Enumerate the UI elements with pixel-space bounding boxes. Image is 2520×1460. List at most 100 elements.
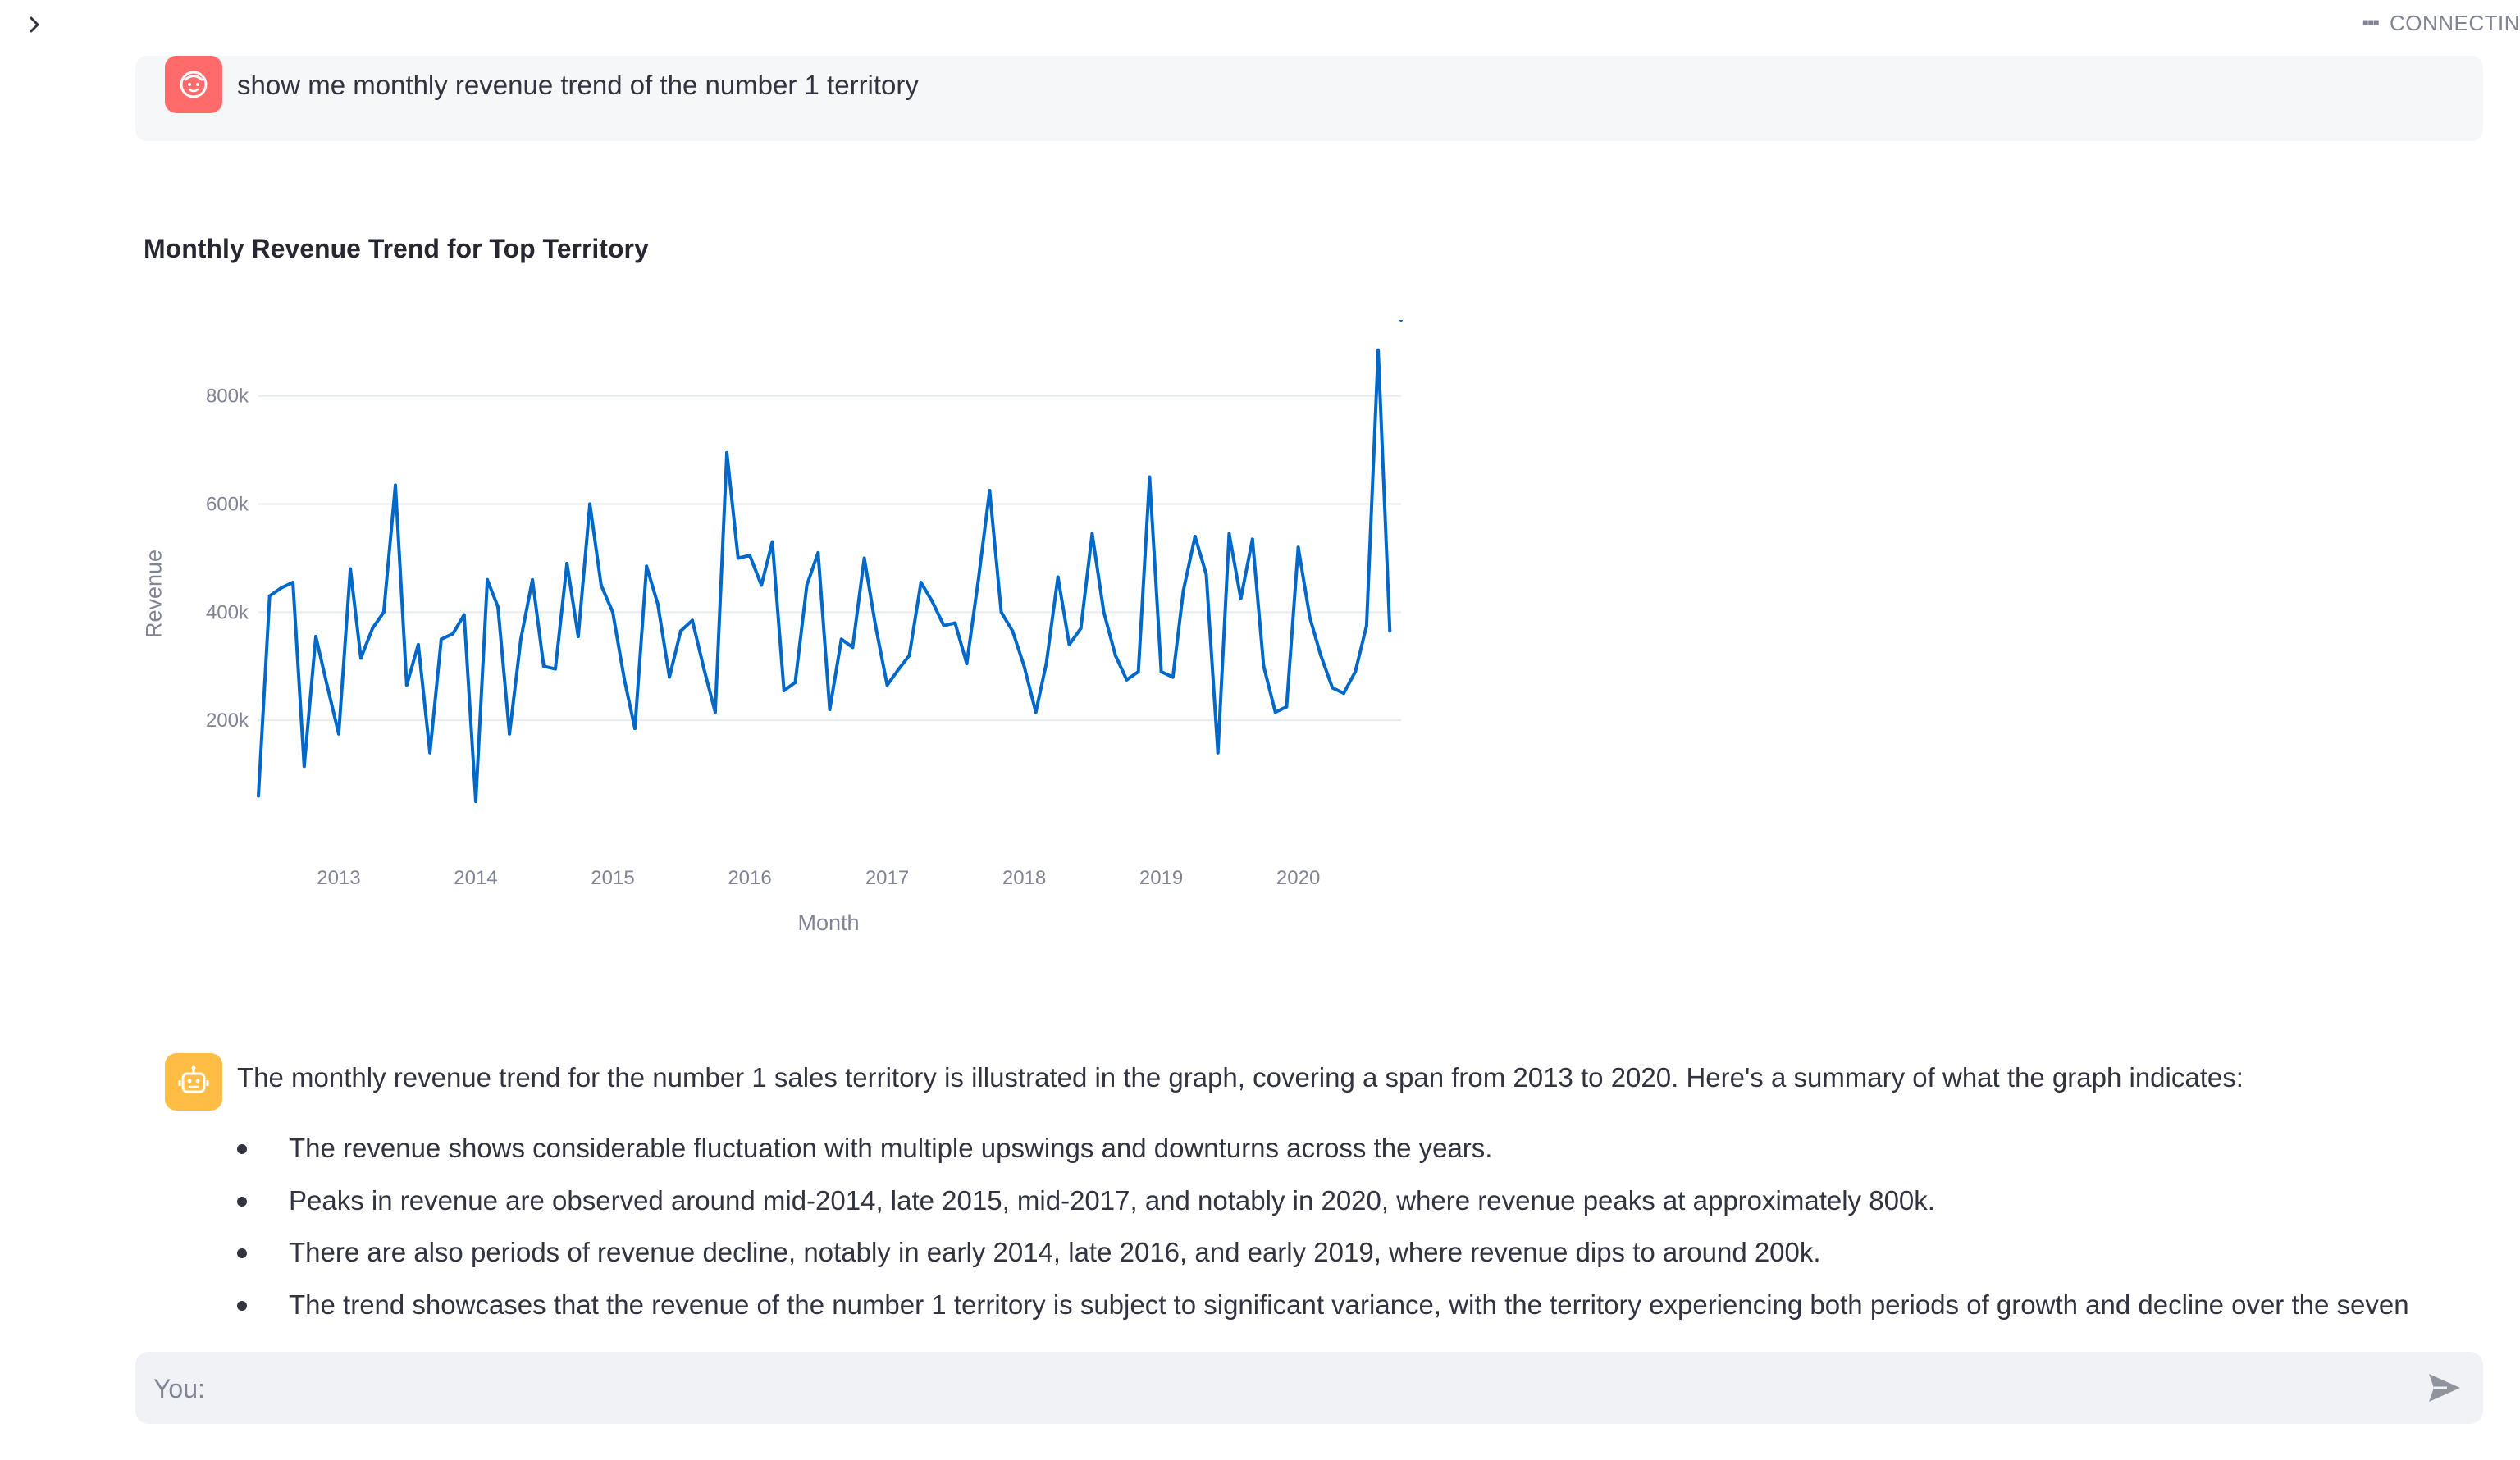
- data-point: [279, 586, 283, 590]
- data-point: [748, 554, 752, 558]
- data-point: [862, 556, 866, 560]
- list-item: The revenue shows considerable fluctuati…: [237, 1130, 2409, 1166]
- list-item-text: The trend showcases that the revenue of …: [289, 1289, 2409, 1320]
- data-point: [770, 540, 774, 544]
- data-point: [1090, 532, 1094, 536]
- data-point: [1364, 623, 1368, 627]
- data-point: [291, 581, 295, 585]
- data-point: [1148, 475, 1152, 479]
- data-point: [1273, 710, 1277, 714]
- chart-gridlines: [258, 395, 1401, 722]
- data-point: [416, 642, 420, 646]
- x-axis-ticks: 2013 2014 2015 2016 2017 2018 2019 2020: [317, 867, 1320, 889]
- data-point: [1319, 654, 1323, 658]
- data-point: [576, 635, 580, 639]
- connection-status-text: CONNECTIN: [2389, 10, 2520, 35]
- data-point: [325, 683, 329, 687]
- data-point: [404, 683, 409, 687]
- data-point: [1388, 629, 1392, 633]
- data-point: [1171, 675, 1175, 679]
- data-point: [1067, 642, 1071, 646]
- list-item-text: The revenue shows considerable fluctuati…: [289, 1133, 1493, 1163]
- data-point: [713, 710, 717, 714]
- data-point: [828, 708, 832, 711]
- data-point: [793, 681, 797, 685]
- face-icon: [180, 71, 208, 98]
- x-tick-label: 2018: [1002, 867, 1046, 889]
- data-point: [1239, 596, 1243, 600]
- y-tick-label: 200k: [206, 709, 249, 732]
- data-point: [1354, 669, 1358, 673]
- data-point: [965, 661, 969, 665]
- data-point: [702, 667, 706, 671]
- user-avatar: [165, 56, 222, 113]
- bullet-icon: [237, 1196, 247, 1207]
- data-point: [1227, 532, 1231, 536]
- robot-icon: [178, 1065, 209, 1093]
- data-point: [1056, 575, 1060, 579]
- data-point: [930, 600, 934, 604]
- revenue-line-chart: 200k400k600k800k 2013 2014 2015 2016 2017 201…: [206, 320, 1403, 889]
- data-point: [736, 556, 740, 560]
- chevron-right-icon: [30, 16, 39, 33]
- data-point: [599, 583, 603, 587]
- data-point: [1285, 705, 1289, 709]
- data-point: [907, 654, 911, 658]
- data-point: [1102, 610, 1106, 614]
- data-point: [1193, 535, 1197, 539]
- data-point: [1079, 627, 1083, 631]
- data-point: [760, 583, 764, 587]
- list-item: The trend showcases that the revenue of …: [237, 1287, 2409, 1323]
- x-axis-label: Month: [797, 910, 860, 935]
- data-point: [623, 678, 627, 682]
- data-point: [782, 688, 786, 692]
- data-point: [1216, 751, 1220, 755]
- data-point: [518, 637, 523, 641]
- data-point: [541, 664, 546, 668]
- data-point: [314, 635, 318, 639]
- data-point: [565, 562, 569, 566]
- data-point: [1136, 669, 1140, 673]
- connection-status: ▪▪▪ CONNECTIN: [2362, 5, 2520, 41]
- bullet-icon: [237, 1248, 247, 1258]
- x-tick-label: 2016: [728, 867, 771, 889]
- data-point: [988, 489, 992, 493]
- data-point: [508, 732, 512, 736]
- data-point: [1376, 348, 1381, 352]
- data-point: [1113, 654, 1117, 658]
- data-point: [1044, 661, 1048, 665]
- y-tick-label: 600k: [206, 494, 249, 516]
- sidebar-toggle-button[interactable]: [18, 8, 51, 41]
- data-point: [495, 605, 500, 609]
- user-message-text: show me monthly revenue trend of the num…: [237, 70, 919, 100]
- data-point: [953, 621, 957, 625]
- data-point: [1204, 573, 1208, 577]
- y-tick-label: 400k: [206, 601, 249, 623]
- data-point: [839, 637, 843, 641]
- x-tick-label: 2015: [591, 867, 634, 889]
- data-point: [1262, 664, 1266, 668]
- user-message: show me monthly revenue trend of the num…: [135, 56, 2483, 141]
- data-point: [678, 629, 682, 633]
- data-point: [1159, 669, 1163, 673]
- x-tick-label: 2017: [865, 867, 909, 889]
- list-item-text: Peaks in revenue are observed around mid…: [289, 1184, 1935, 1216]
- data-point: [394, 483, 398, 487]
- data-point: [267, 594, 272, 598]
- data-point: [588, 502, 592, 506]
- data-point: [381, 610, 386, 614]
- x-tick-label: 2020: [1276, 867, 1320, 889]
- list-item: There are also periods of revenue declin…: [237, 1234, 2409, 1271]
- data-point: [1341, 691, 1345, 696]
- send-button[interactable]: [2426, 1370, 2463, 1406]
- chat-input[interactable]: [152, 1352, 2370, 1426]
- data-point: [1331, 686, 1335, 690]
- data-point: [725, 450, 729, 454]
- data-point: [336, 732, 340, 736]
- assistant-message-intro: The monthly revenue trend for the number…: [237, 1062, 2244, 1093]
- bullet-icon: [237, 1144, 247, 1154]
- data-point: [610, 610, 614, 614]
- data-point: [553, 667, 557, 671]
- data-point: [451, 632, 455, 636]
- data-point: [1250, 537, 1254, 541]
